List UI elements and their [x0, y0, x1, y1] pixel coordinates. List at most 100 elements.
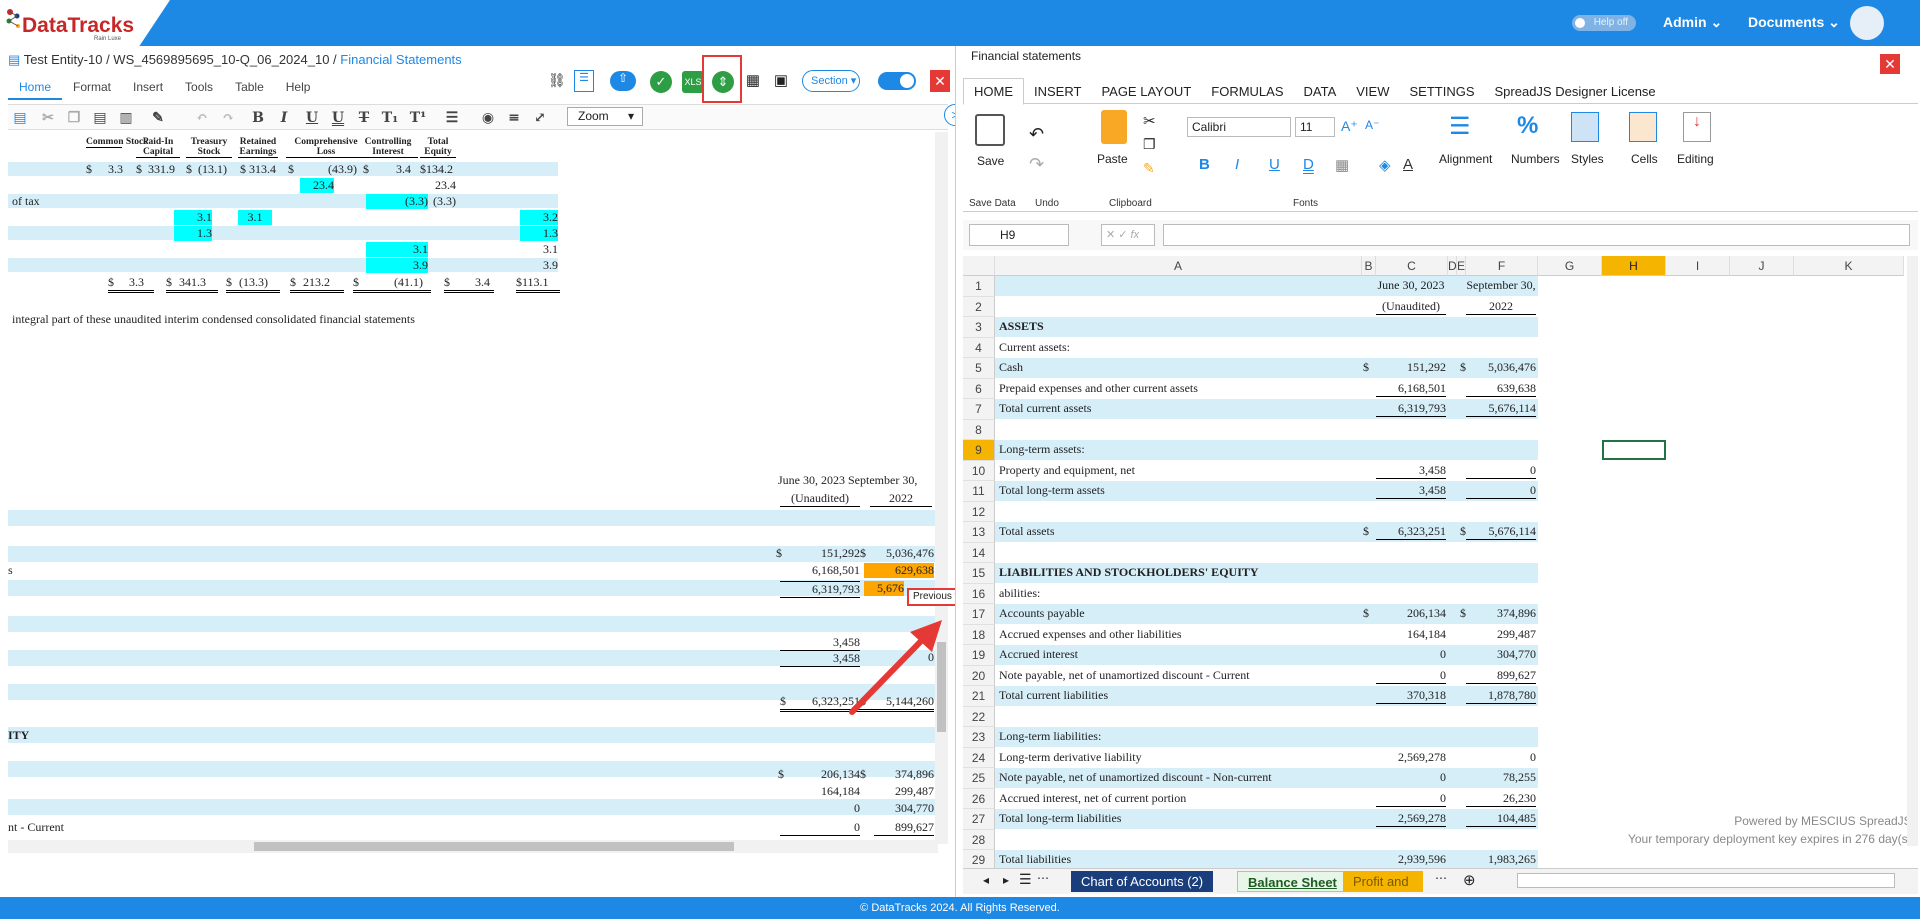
grid-cell[interactable]: 78,255 — [1466, 770, 1536, 785]
redo-icon[interactable]: ↷ — [218, 108, 238, 128]
doc-cell[interactable]: 164,184 — [780, 784, 860, 799]
doc-cell[interactable]: 304,770 — [874, 801, 934, 816]
statement-note[interactable]: integral part of these unaudited interim… — [12, 312, 415, 327]
grid-cell[interactable]: Total long-term liabilities — [999, 811, 1359, 826]
grid-cell[interactable]: 26,230 — [1466, 791, 1536, 807]
admin-menu[interactable]: Admin ⌄ — [1663, 14, 1722, 31]
grid-cell[interactable]: Long-term liabilities: — [999, 729, 1359, 744]
doc-cell[interactable]: 23.4 — [300, 178, 334, 193]
col-header[interactable]: H — [1602, 256, 1666, 276]
doc-cell[interactable]: nt - Current — [8, 820, 64, 835]
save-icon[interactable] — [975, 114, 1005, 146]
grid-cell[interactable]: $ — [1363, 360, 1375, 375]
doc-cell[interactable]: 1.3 — [520, 226, 558, 241]
grid-cell[interactable]: 899,627 — [1466, 668, 1536, 684]
grid-cell[interactable]: Accounts payable — [999, 606, 1359, 621]
cloud-upload-icon[interactable]: ⇧ — [610, 71, 636, 91]
strikethrough-icon[interactable]: T — [354, 108, 374, 128]
grid-cell[interactable]: Prepaid expenses and other current asset… — [999, 381, 1359, 396]
format-painter-icon[interactable]: ✎ — [148, 108, 168, 128]
subscript-icon[interactable]: T₁ — [380, 108, 400, 128]
bold-icon[interactable]: B — [1199, 156, 1210, 173]
grid-cell[interactable]: 164,184 — [1376, 627, 1446, 642]
numbers-label[interactable]: Numbers — [1511, 152, 1560, 166]
underline-icon[interactable]: U — [1269, 156, 1280, 173]
doc-cell[interactable]: 3.4 — [396, 162, 411, 177]
doc-cell[interactable]: 3.9 — [520, 258, 558, 273]
doc-cell[interactable]: $ (41.1) — [353, 275, 431, 293]
doc-cell[interactable]: $ — [186, 162, 192, 177]
bold-icon[interactable]: B — [248, 108, 268, 128]
row-header[interactable]: 22 — [963, 706, 995, 727]
active-cell[interactable] — [1602, 440, 1666, 460]
doc-cell[interactable]: 151,292 — [808, 546, 860, 561]
doc-cell[interactable]: 0 — [780, 820, 860, 836]
grid-cell[interactable]: 2022 — [1466, 299, 1536, 315]
grid-cell[interactable]: June 30, 2023 — [1376, 278, 1446, 293]
row-header[interactable]: 11 — [963, 481, 995, 502]
col-header[interactable]: A — [995, 256, 1362, 276]
grid-cell[interactable]: Total current assets — [999, 401, 1359, 416]
close-icon[interactable]: ✕ — [1880, 54, 1900, 74]
row-header[interactable]: 27 — [963, 809, 995, 830]
doc-cell[interactable]: $374,896 — [860, 767, 934, 782]
percent-icon[interactable]: % — [1517, 112, 1538, 140]
menu-insert[interactable]: Insert — [122, 76, 174, 98]
view-toggle[interactable] — [878, 72, 916, 90]
doc-cell[interactable]: $113.1 — [516, 275, 560, 293]
save-icon[interactable]: ▤ — [10, 108, 30, 128]
grid-cell[interactable]: LIABILITIES AND STOCKHOLDERS' EQUITY — [999, 565, 1359, 580]
grid-cell[interactable]: Total assets — [999, 524, 1359, 539]
list-icon[interactable]: ☰ — [574, 70, 594, 92]
grid-cell[interactable]: Long-term derivative liability — [999, 750, 1359, 765]
col-header[interactable]: F — [1466, 256, 1538, 276]
grid-cell[interactable]: 370,318 — [1376, 688, 1446, 704]
grid-cell[interactable]: 0 — [1376, 791, 1446, 807]
paste-icon[interactable]: ▤ — [90, 108, 110, 128]
doc-cell[interactable]: 1.3 — [174, 226, 212, 241]
more-icon[interactable]: ⋯ — [1037, 871, 1049, 885]
row-header[interactable]: 1 — [963, 276, 995, 297]
next-sheet-icon[interactable]: ▸ — [1003, 873, 1009, 887]
copy-icon[interactable]: ❐ — [1143, 136, 1156, 153]
grid-cell[interactable]: 0 — [1376, 770, 1446, 785]
changed-cell[interactable]: 5,676 — [864, 581, 904, 596]
row-header[interactable]: 16 — [963, 583, 995, 604]
ribbon-tab-home[interactable]: HOME — [963, 78, 1024, 105]
menu-table[interactable]: Table — [224, 76, 275, 98]
grid-cell[interactable]: 6,168,501 — [1376, 381, 1446, 397]
grid-cell[interactable]: 0 — [1376, 647, 1446, 662]
grid-cell[interactable]: 304,770 — [1466, 647, 1536, 662]
sheet-tab-active[interactable]: Balance Sheet — [1237, 871, 1348, 892]
ribbon-tab-insert[interactable]: INSERT — [1024, 79, 1091, 104]
doc-cell[interactable]: $ 313.4 — [240, 162, 276, 177]
undo-icon[interactable]: ↶ — [192, 108, 212, 128]
superscript-icon[interactable]: T¹ — [408, 108, 428, 128]
grid-cell[interactable]: (Unaudited) — [1376, 299, 1446, 315]
doc-cell[interactable]: 23.4 — [426, 178, 456, 193]
grid-cell[interactable]: 1,983,265 — [1466, 852, 1536, 867]
row-header[interactable]: 5 — [963, 358, 995, 379]
row-header[interactable]: 12 — [963, 501, 995, 522]
italic-icon[interactable]: I — [1235, 156, 1239, 173]
doc-cell[interactable]: $ 3.4 — [444, 275, 494, 293]
grid-cell[interactable]: Accrued interest — [999, 647, 1359, 662]
sheet-list-icon[interactable]: ☰ — [1019, 871, 1032, 888]
doc-cell[interactable]: 3.2 — [520, 210, 558, 225]
html-export-icon[interactable]: ▦ — [742, 71, 764, 93]
fill-color-icon[interactable]: ◈ — [1379, 156, 1391, 174]
doc-settings-icon[interactable]: ▣ — [770, 71, 792, 93]
row-header[interactable]: 29 — [963, 850, 995, 868]
doc-cell[interactable]: 3.1 — [366, 242, 428, 257]
row-header[interactable]: 26 — [963, 788, 995, 809]
avatar[interactable] — [1850, 6, 1884, 40]
grid-cell[interactable]: abilities: — [999, 586, 1359, 601]
row-header[interactable]: 17 — [963, 604, 995, 625]
col-header[interactable]: K — [1794, 256, 1904, 276]
editing-icon[interactable]: ↓ — [1683, 112, 1711, 142]
sheet-tab[interactable]: Chart of Accounts (2) — [1071, 871, 1214, 892]
row-header[interactable]: 23 — [963, 727, 995, 748]
col-header[interactable]: G — [1538, 256, 1602, 276]
link-icon[interactable]: ⛓ — [548, 72, 568, 90]
grid-cell[interactable]: 299,487 — [1466, 627, 1536, 642]
